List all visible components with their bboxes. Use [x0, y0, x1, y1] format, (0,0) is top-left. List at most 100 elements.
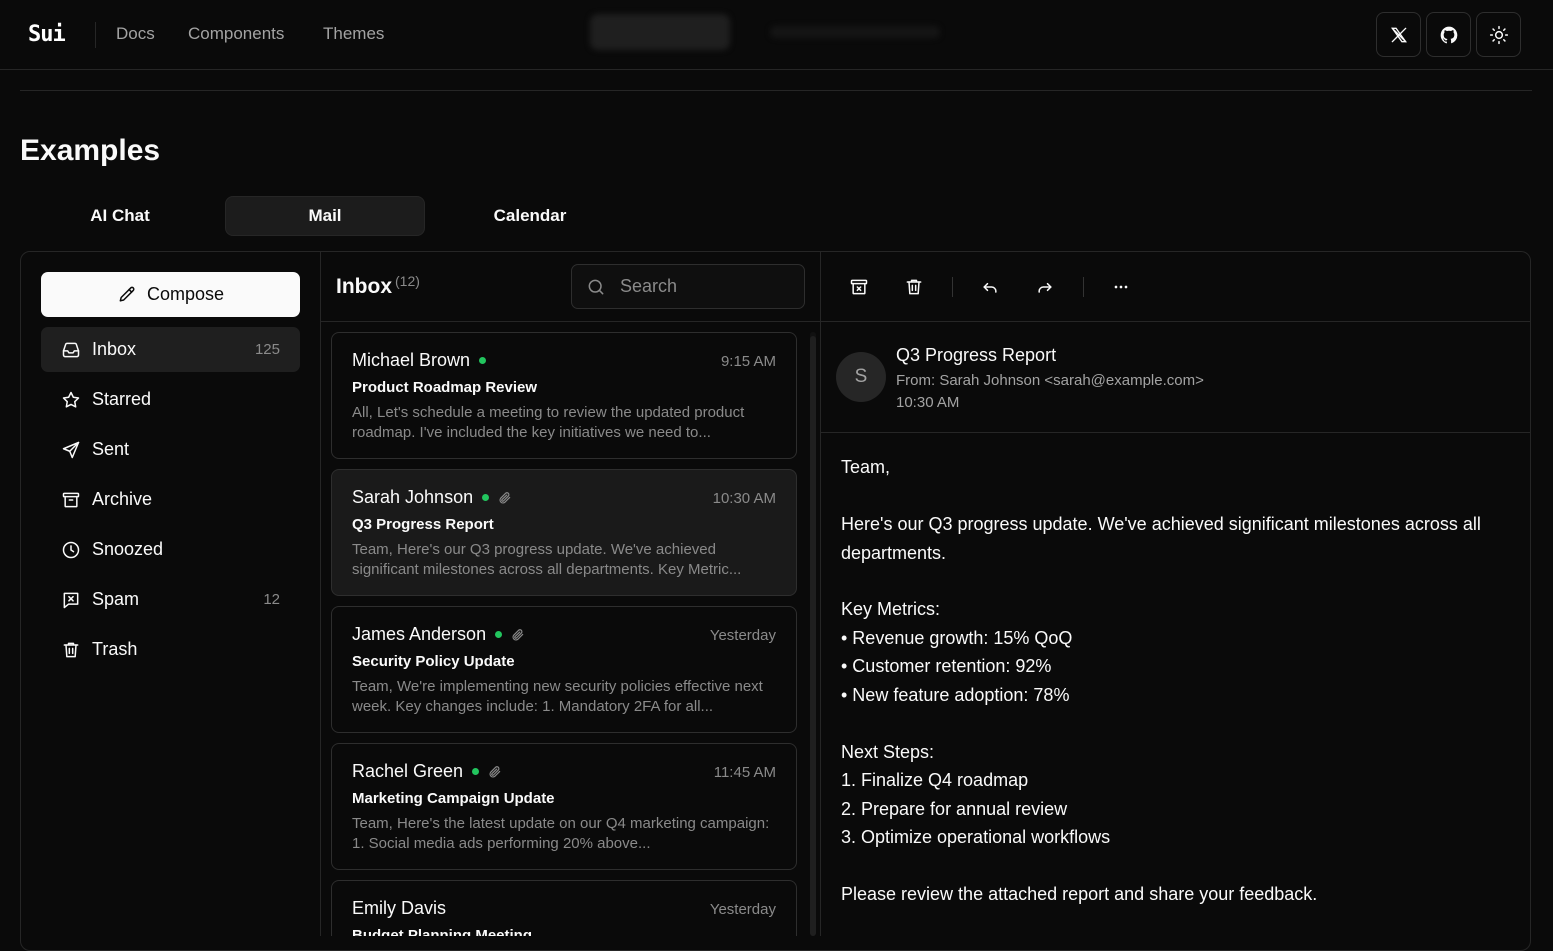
unread-dot-icon: [495, 631, 503, 638]
clock-icon: [61, 540, 81, 560]
sidebar-item-label: Archive: [92, 489, 153, 509]
email-item[interactable]: Michael Brown 9:15 AM Product Roadmap Re…: [331, 332, 797, 459]
email-time: 11:45 AM: [713, 764, 776, 781]
email-preview: All, Let's schedule a meeting to review …: [352, 404, 745, 441]
email-sender: Sarah Johnson: [352, 487, 474, 507]
delete-action-icon[interactable]: [904, 277, 924, 297]
nav-link-docs[interactable]: Docs: [116, 24, 155, 44]
x-social-button[interactable]: [1376, 12, 1421, 57]
sun-icon: [1489, 25, 1509, 45]
email-detail-from: From: Sarah Johnson <sarah@example.com>: [896, 372, 1204, 389]
paperclip-icon: [498, 491, 512, 505]
email-preview: Team, We're implementing new security po…: [352, 678, 763, 715]
email-subject: Q3 Progress Report: [352, 516, 494, 533]
sidebar-item-label: Snoozed: [92, 539, 164, 559]
archive-action-icon[interactable]: [849, 277, 869, 297]
trash-icon: [61, 640, 81, 660]
sidebar-item-archive[interactable]: Archive: [41, 477, 300, 522]
search-input[interactable]: [620, 276, 780, 297]
tab-ai-chat[interactable]: AI Chat: [20, 196, 220, 236]
email-subject: Security Policy Update: [352, 653, 515, 670]
sidebar-item-trash[interactable]: Trash: [41, 627, 300, 672]
unread-dot-icon: [472, 768, 480, 775]
sidebar-item-sent[interactable]: Sent: [41, 427, 300, 472]
reply-icon[interactable]: [980, 277, 1000, 297]
email-time: Yesterday: [709, 627, 776, 644]
search-box[interactable]: [571, 264, 805, 309]
email-sender: Rachel Green: [352, 761, 464, 781]
email-body-line: • Revenue growth: 15% QoQ: [841, 628, 1073, 648]
sidebar-item-starred[interactable]: Starred: [41, 377, 300, 422]
nav-divider: [95, 22, 96, 48]
reader-toolbar-divider: [821, 321, 1531, 322]
spam-icon: [61, 590, 81, 610]
paperclip-icon: [511, 628, 525, 642]
archive-icon: [61, 490, 81, 510]
email-time: 10:30 AM: [712, 490, 776, 507]
email-item[interactable]: Rachel Green 11:45 AM Marketing Campaign…: [331, 743, 797, 870]
sidebar-item-label: Trash: [92, 639, 138, 659]
tab-calendar[interactable]: Calendar: [430, 196, 630, 236]
email-body-line: departments.: [841, 543, 947, 563]
inbox-icon: [61, 340, 81, 360]
email-sender: James Anderson: [352, 624, 487, 644]
section-divider: [20, 90, 1532, 91]
email-body-line: Here's our Q3 progress update. We've ach…: [841, 514, 1481, 534]
tab-mail[interactable]: Mail: [225, 196, 425, 236]
email-sender-row: Emily Davis: [352, 898, 446, 919]
email-time: 9:15 AM: [720, 353, 776, 370]
more-options-icon[interactable]: [1111, 277, 1131, 297]
star-icon: [61, 390, 81, 410]
unread-dot-icon: [482, 494, 490, 501]
mail-list-scrollbar-thumb[interactable]: [810, 336, 816, 936]
github-icon: [1439, 25, 1459, 45]
sidebar-item-label: Sent: [92, 439, 130, 459]
search-icon: [586, 277, 606, 297]
email-body-line: • New feature adoption: 78%: [841, 685, 1070, 705]
email-item[interactable]: Emily Davis Yesterday Budget Planning Me…: [331, 880, 797, 936]
email-subject: Budget Planning Meeting: [352, 927, 532, 936]
reader-header-divider: [821, 432, 1531, 433]
email-sender: Michael Brown: [352, 350, 471, 370]
email-body-line: Next Steps:: [841, 742, 935, 762]
mail-list-header-divider: [321, 321, 821, 322]
email-body-line: 2. Prepare for annual review: [841, 799, 1068, 819]
email-body-line: 1. Finalize Q4 roadmap: [841, 770, 1029, 790]
email-subject: Marketing Campaign Update: [352, 790, 555, 807]
nav-link-components[interactable]: Components: [188, 24, 284, 44]
email-preview: Team, Here's the latest update on our Q4…: [352, 815, 770, 852]
paperclip-icon: [488, 765, 502, 779]
theme-toggle-button[interactable]: [1476, 12, 1521, 57]
x-logo-icon: [1389, 25, 1409, 45]
sidebar-item-spam[interactable]: Spam 12: [41, 577, 300, 622]
sidebar-item-count: 12: [263, 591, 280, 608]
email-item-selected[interactable]: Sarah Johnson 10:30 AM Q3 Progress Repor…: [331, 469, 797, 596]
sidebar-item-label: Inbox: [92, 339, 137, 359]
email-body-line: Team,: [841, 457, 891, 477]
email-detail-subject: Q3 Progress Report: [896, 345, 1057, 365]
email-sender-row: Michael Brown: [352, 350, 487, 371]
toolbar-separator: [1083, 277, 1084, 297]
mail-list-count: (12): [395, 273, 420, 289]
email-preview: Team, Here's our Q3 progress update. We'…: [352, 541, 742, 578]
logo[interactable]: Sui: [28, 22, 66, 47]
compose-button[interactable]: Compose: [41, 272, 300, 317]
mail-list-title: Inbox: [336, 275, 392, 298]
pencil-icon: [117, 285, 137, 305]
sidebar-item-inbox[interactable]: Inbox 125: [41, 327, 300, 372]
github-button[interactable]: [1426, 12, 1471, 57]
top-navbar: Sui Docs Components Themes: [0, 0, 1553, 70]
sidebar-item-snoozed[interactable]: Snoozed: [41, 527, 300, 572]
reader-divider: [820, 252, 821, 936]
unread-dot-icon: [479, 357, 487, 364]
sender-avatar: S: [836, 352, 886, 402]
nav-link-themes[interactable]: Themes: [323, 24, 384, 44]
email-item[interactable]: James Anderson Yesterday Security Policy…: [331, 606, 797, 733]
email-body-line: Please review the attached report and sh…: [841, 884, 1318, 904]
blurred-search-button: [590, 14, 730, 50]
sidebar-divider: [320, 252, 321, 936]
sidebar-item-label: Starred: [92, 389, 152, 409]
email-detail-time: 10:30 AM: [896, 394, 960, 411]
sidebar-item-label: Spam: [92, 589, 140, 609]
forward-icon[interactable]: [1035, 277, 1055, 297]
